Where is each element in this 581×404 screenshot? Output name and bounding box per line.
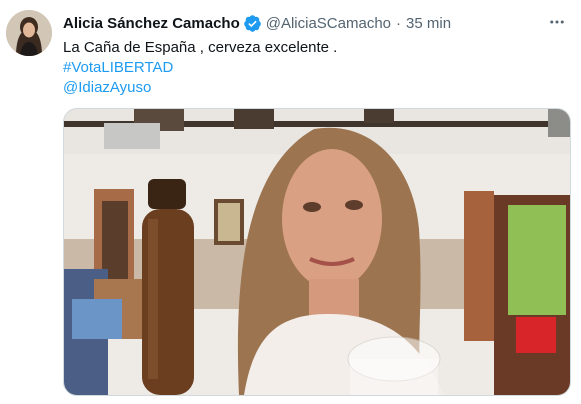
author-handle[interactable]: @AliciaSCamacho <box>266 15 391 32</box>
tweet-text: La Caña de España , cerveza excelente . <box>63 39 338 56</box>
verified-badge-icon <box>243 14 262 33</box>
more-options-icon[interactable] <box>547 12 567 32</box>
photo-image <box>64 109 570 395</box>
tweet-body: La Caña de España , cerveza excelente . … <box>63 38 337 98</box>
tweet-photo[interactable] <box>63 108 571 396</box>
timestamp[interactable]: 35 min <box>406 15 451 32</box>
mention-link[interactable]: @IdiazAyuso <box>63 78 337 98</box>
separator-dot: · <box>396 15 402 32</box>
avatar[interactable] <box>6 10 52 56</box>
tweet[interactable]: Alicia Sánchez Camacho @AliciaSCamacho ·… <box>0 0 581 404</box>
avatar-image <box>6 10 52 56</box>
hashtag-link[interactable]: #VotaLIBERTAD <box>63 58 337 78</box>
author-name[interactable]: Alicia Sánchez Camacho <box>63 15 240 32</box>
tweet-header: Alicia Sánchez Camacho @AliciaSCamacho ·… <box>63 14 541 33</box>
